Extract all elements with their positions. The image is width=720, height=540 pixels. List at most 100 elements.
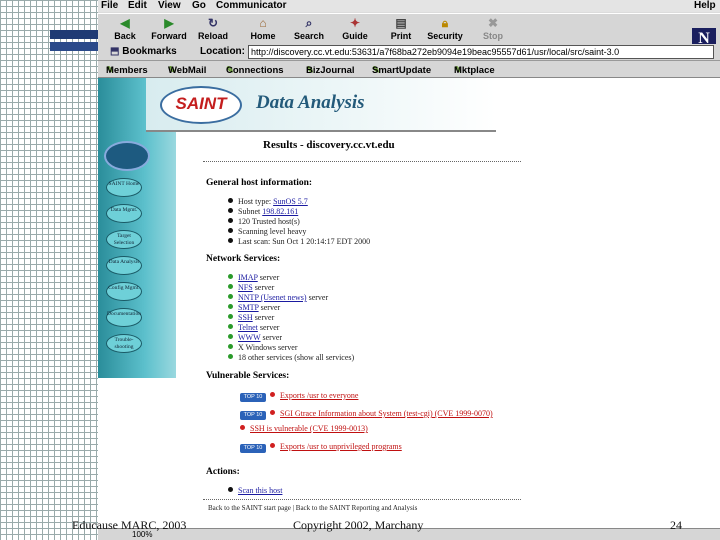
reload-button[interactable]: ↻ Reload [188, 16, 238, 41]
list-item: TOP 10 Exports /usr to unprivileged progr… [240, 442, 402, 453]
scan-host-link[interactable]: Scan this host [238, 486, 282, 495]
home-button[interactable]: ⌂ Home [238, 16, 288, 41]
bullet-icon [228, 354, 233, 359]
network-services-heading: Network Services: [206, 254, 281, 264]
menu-bar: File Edit View Go Communicator Help [98, 0, 720, 12]
bullet-icon [240, 425, 245, 430]
list-item: NFS server [228, 283, 274, 292]
stop-button[interactable]: ✖ Stop [468, 16, 518, 41]
service-link[interactable]: SMTP [238, 303, 259, 312]
bullet-icon [228, 274, 233, 279]
service-link[interactable]: NFS [238, 283, 253, 292]
lock-icon: 🔒︎ [441, 16, 449, 30]
security-button[interactable]: 🔒︎ Security [420, 16, 470, 41]
bullet-icon [228, 208, 233, 213]
service-link[interactable]: SSH [238, 313, 253, 322]
list-item: SSH server [228, 313, 274, 322]
list-item: Scan this host [228, 486, 282, 495]
list-item: Last scan: Sun Oct 1 20:14:17 EDT 2000 [228, 237, 370, 246]
banner-title: Data Analysis [256, 92, 365, 113]
bullet-icon [228, 218, 233, 223]
bullet-icon [228, 324, 233, 329]
list-item: Subnet 198.82.161 [228, 207, 298, 216]
saint-logo: SAINT [160, 86, 242, 124]
top10-badge: TOP 10 [240, 411, 266, 420]
menu-view[interactable]: View [158, 0, 181, 11]
personal-toolbar: ✎ Members ✎ WebMail ✎ Connections ✎ BizJourn… [98, 61, 720, 78]
search-button[interactable]: ⌕ Search [284, 16, 334, 41]
menu-help[interactable]: Help [694, 0, 716, 11]
list-item: Telnet server [228, 323, 279, 332]
vulnerability-link[interactable]: SSH is vulnerable (CVE 1999-0013) [250, 424, 368, 433]
globe-icon [104, 141, 150, 171]
home-icon: ⌂ [259, 16, 267, 30]
location-label: Location: [200, 46, 245, 57]
vulnerability-link[interactable]: SGI Gtrace Information about System (tes… [280, 409, 493, 418]
bullet-icon [228, 304, 233, 309]
nav-documentation[interactable]: Documentation [106, 308, 142, 327]
back-button[interactable]: ◀ Back [100, 16, 150, 41]
menu-edit[interactable]: Edit [128, 0, 147, 11]
saint-banner: SAINT Data Analysis [146, 78, 496, 132]
bullet-icon [270, 443, 275, 448]
print-button[interactable]: ▤ Print [376, 16, 426, 41]
nav-config-mgmt[interactable]: Config Mgmt. [106, 282, 142, 301]
vulnerability-link[interactable]: Exports /usr to everyone [280, 391, 358, 400]
vulnerability-link[interactable]: Exports /usr to unprivileged programs [280, 442, 402, 451]
nav-saint-home[interactable]: SAINT Home [106, 178, 142, 197]
bookmarks-button[interactable]: ⬒ Bookmarks [110, 46, 177, 57]
bullet-icon [228, 334, 233, 339]
nav-data-analysis[interactable]: Data Analysis [106, 256, 142, 275]
list-item: WWW server [228, 333, 282, 342]
page-content: SAINT Home Data Mgmt. Target Selection D… [98, 78, 720, 540]
divider [203, 161, 521, 162]
service-link[interactable]: NNTP (Usenet news) [238, 293, 307, 302]
list-item: X Windows server [228, 343, 298, 352]
list-item: Host type: SunOS 5.7 [228, 197, 308, 206]
back-links[interactable]: Back to the SAINT start page | Back to t… [208, 504, 417, 512]
location-bar: ⬒ Bookmarks Location: http://discovery.c… [98, 44, 720, 61]
list-item: SSH is vulnerable (CVE 1999-0013) [240, 424, 368, 433]
print-icon: ▤ [395, 16, 407, 30]
menu-file[interactable]: File [101, 0, 118, 11]
list-item: NNTP (Usenet news) server [228, 293, 328, 302]
host-type-link[interactable]: SunOS 5.7 [273, 197, 308, 206]
subnet-link[interactable]: 198.82.161 [262, 207, 298, 216]
browser-window: File Edit View Go Communicator Help ◀ Bac… [98, 0, 720, 540]
bullet-icon [270, 392, 275, 397]
nav-target-selection[interactable]: Target Selection [106, 230, 142, 249]
divider [203, 499, 521, 500]
search-icon: ⌕ [305, 16, 313, 30]
footer-left: Educause MARC, 2003 [72, 518, 187, 532]
service-link[interactable]: IMAP [238, 273, 258, 282]
stop-icon: ✖ [487, 16, 499, 30]
forward-button[interactable]: ▶ Forward [144, 16, 194, 41]
url-input[interactable]: http://discovery.cc.vt.edu:53631/a7f68ba… [248, 45, 714, 59]
service-link[interactable]: WWW [238, 333, 261, 342]
nav-data-mgmt[interactable]: Data Mgmt. [106, 204, 142, 223]
bullet-icon [228, 344, 233, 349]
bullet-icon [228, 314, 233, 319]
general-info-heading: General host information: [206, 178, 313, 188]
bullet-icon [228, 284, 233, 289]
nav-troubleshooting[interactable]: Trouble-shooting [106, 334, 142, 353]
menu-go[interactable]: Go [192, 0, 206, 11]
top10-badge: TOP 10 [240, 444, 266, 453]
vulnerable-services-heading: Vulnerable Services: [206, 371, 290, 381]
results-title: Results - discovery.cc.vt.edu [263, 139, 395, 151]
reload-icon: ↻ [207, 16, 219, 30]
forward-arrow-icon: ▶ [164, 16, 174, 30]
guide-button[interactable]: ✦ Guide [330, 16, 380, 41]
navigation-toolbar: ◀ Back ▶ Forward ↻ Reload ⌂ Home ⌕ Search ✦ Gu… [98, 13, 720, 50]
list-item: 18 other services (show all services) [228, 353, 354, 362]
footer-copyright: Copyright 2002, Marchany [293, 518, 424, 532]
list-item: 120 Trusted host(s) [228, 217, 300, 226]
list-item: TOP 10 Exports /usr to everyone [240, 391, 358, 402]
slide-grid-background [0, 0, 98, 540]
bookmark-icon: ⬒ [110, 46, 120, 57]
back-arrow-icon: ◀ [120, 16, 130, 30]
service-link[interactable]: Telnet [238, 323, 258, 332]
menu-communicator[interactable]: Communicator [216, 0, 287, 11]
actions-heading: Actions: [206, 467, 240, 477]
bullet-icon [228, 294, 233, 299]
